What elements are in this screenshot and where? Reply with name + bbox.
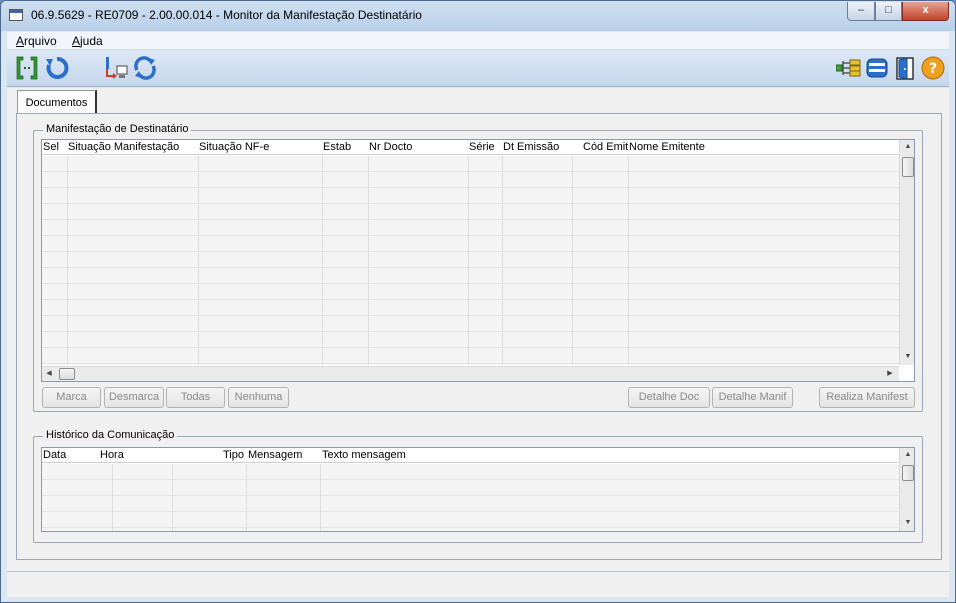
scroll-down-arrow-icon[interactable]: ▼	[900, 516, 914, 530]
application-window: 06.9.5629 - RE0709 - 2.00.00.014 - Monit…	[0, 0, 956, 603]
todas-button[interactable]: Todas	[166, 387, 225, 408]
realiza-manifest-button[interactable]: Realiza Manifest	[819, 387, 915, 408]
nenhuma-button[interactable]: Nenhuma	[228, 387, 289, 408]
historico-grid-header: Data Hora Tipo Mensagem Texto mensagem	[42, 448, 899, 463]
menu-bar: Arquivo Ajuda	[7, 32, 949, 50]
scroll-up-arrow-icon[interactable]: ▲	[900, 140, 914, 154]
desmarca-button[interactable]: Desmarca	[104, 387, 164, 408]
col-nome-emitente[interactable]: Nome Emitente	[629, 141, 705, 153]
svg-text:?: ?	[929, 61, 937, 77]
refresh-icon[interactable]	[44, 55, 70, 81]
print-icon[interactable]	[864, 55, 890, 81]
table-row[interactable]	[42, 252, 899, 268]
column-divider	[67, 156, 68, 365]
table-row[interactable]	[42, 464, 899, 480]
window-icon	[9, 9, 23, 21]
manifestacao-grid-body	[42, 156, 899, 365]
scroll-up-arrow-icon[interactable]: ▲	[900, 448, 914, 462]
table-row[interactable]	[42, 480, 899, 496]
historico-group-title: Histórico da Comunicação	[43, 429, 178, 441]
table-row[interactable]	[42, 348, 899, 364]
toolbar: ?	[7, 51, 949, 87]
table-row[interactable]	[42, 172, 899, 188]
col-nr-docto[interactable]: Nr Docto	[369, 141, 412, 153]
table-row[interactable]	[42, 332, 899, 348]
manifestacao-grid-header: Sel Situação Manifestação Situação NF-e …	[42, 140, 899, 155]
detalhe-doc-button[interactable]: Detalhe Doc	[628, 387, 710, 408]
scroll-thumb[interactable]	[902, 157, 914, 177]
column-divider	[246, 464, 247, 531]
column-divider	[572, 156, 573, 365]
column-divider	[320, 464, 321, 531]
col-tipo[interactable]: Tipo	[223, 449, 244, 461]
tab-documentos[interactable]: Documentos	[17, 90, 97, 115]
title-bar[interactable]: 06.9.5629 - RE0709 - 2.00.00.014 - Monit…	[1, 1, 955, 31]
table-row[interactable]	[42, 188, 899, 204]
column-divider	[628, 156, 629, 365]
col-dt-emissao[interactable]: Dt Emissão	[503, 141, 559, 153]
manifestacao-horizontal-scrollbar[interactable]: ◀ ▶	[42, 366, 899, 381]
table-row[interactable]	[42, 316, 899, 332]
documentos-panel: Manifestação de Destinatário Sel Situaçã…	[16, 113, 942, 560]
table-row[interactable]	[42, 300, 899, 316]
historico-grid[interactable]: Data Hora Tipo Mensagem Texto mensagem ▲…	[41, 447, 915, 532]
manifestacao-vertical-scrollbar[interactable]: ▲ ▼	[899, 140, 914, 365]
historico-group: Histórico da Comunicação Data Hora Tipo …	[33, 429, 923, 543]
sync-icon[interactable]	[132, 55, 158, 81]
col-sel[interactable]: Sel	[43, 141, 59, 153]
col-cod-emit[interactable]: Cód Emit	[583, 141, 628, 153]
exit-door-icon[interactable]	[893, 55, 919, 81]
col-serie[interactable]: Série	[469, 141, 495, 153]
main-area: Documentos Manifestação de Destinatário …	[7, 88, 949, 571]
manifestacao-group-title: Manifestação de Destinatário	[43, 123, 192, 135]
table-row[interactable]	[42, 284, 899, 300]
menu-arquivo[interactable]: Arquivo	[16, 34, 57, 48]
help-icon[interactable]: ?	[920, 55, 946, 81]
window-title: 06.9.5629 - RE0709 - 2.00.00.014 - Monit…	[31, 8, 422, 22]
table-row[interactable]	[42, 512, 899, 528]
column-divider	[112, 464, 113, 531]
detalhe-manif-button[interactable]: Detalhe Manif	[712, 387, 793, 408]
scroll-thumb[interactable]	[59, 368, 75, 380]
scroll-right-arrow-icon[interactable]: ▶	[883, 367, 897, 381]
bracket-select-icon[interactable]	[14, 55, 40, 81]
column-divider	[368, 156, 369, 365]
column-divider	[198, 156, 199, 365]
table-row[interactable]	[42, 268, 899, 284]
col-texto-mensagem[interactable]: Texto mensagem	[322, 449, 406, 461]
column-divider	[502, 156, 503, 365]
col-situacao-nfe[interactable]: Situação NF-e	[199, 141, 269, 153]
tree-icon[interactable]	[835, 55, 862, 81]
manifestacao-grid[interactable]: Sel Situação Manifestação Situação NF-e …	[41, 139, 915, 382]
manifestacao-group: Manifestação de Destinatário Sel Situaçã…	[33, 123, 923, 412]
close-button[interactable]: x	[902, 2, 949, 21]
table-row[interactable]	[42, 156, 899, 172]
transfer-computer-icon[interactable]	[103, 55, 129, 81]
table-row[interactable]	[42, 496, 899, 512]
column-divider	[468, 156, 469, 365]
col-mensagem[interactable]: Mensagem	[248, 449, 302, 461]
col-hora[interactable]: Hora	[100, 449, 124, 461]
scroll-left-arrow-icon[interactable]: ◀	[42, 367, 56, 381]
menu-ajuda[interactable]: Ajuda	[72, 34, 103, 48]
scroll-thumb[interactable]	[902, 465, 914, 481]
column-divider	[322, 156, 323, 365]
historico-grid-body	[42, 464, 899, 531]
status-bar	[7, 571, 949, 597]
maximize-button[interactable]: □	[875, 2, 902, 21]
marca-button[interactable]: Marca	[42, 387, 101, 408]
historico-vertical-scrollbar[interactable]: ▲ ▼	[899, 448, 914, 531]
minimize-button[interactable]: –	[847, 2, 875, 21]
table-row[interactable]	[42, 204, 899, 220]
scroll-down-arrow-icon[interactable]: ▼	[900, 350, 914, 364]
table-row[interactable]	[42, 220, 899, 236]
table-row[interactable]	[42, 236, 899, 252]
col-data[interactable]: Data	[43, 449, 66, 461]
col-estab[interactable]: Estab	[323, 141, 351, 153]
column-divider	[172, 464, 173, 531]
col-situacao-manifestacao[interactable]: Situação Manifestação	[68, 141, 179, 153]
